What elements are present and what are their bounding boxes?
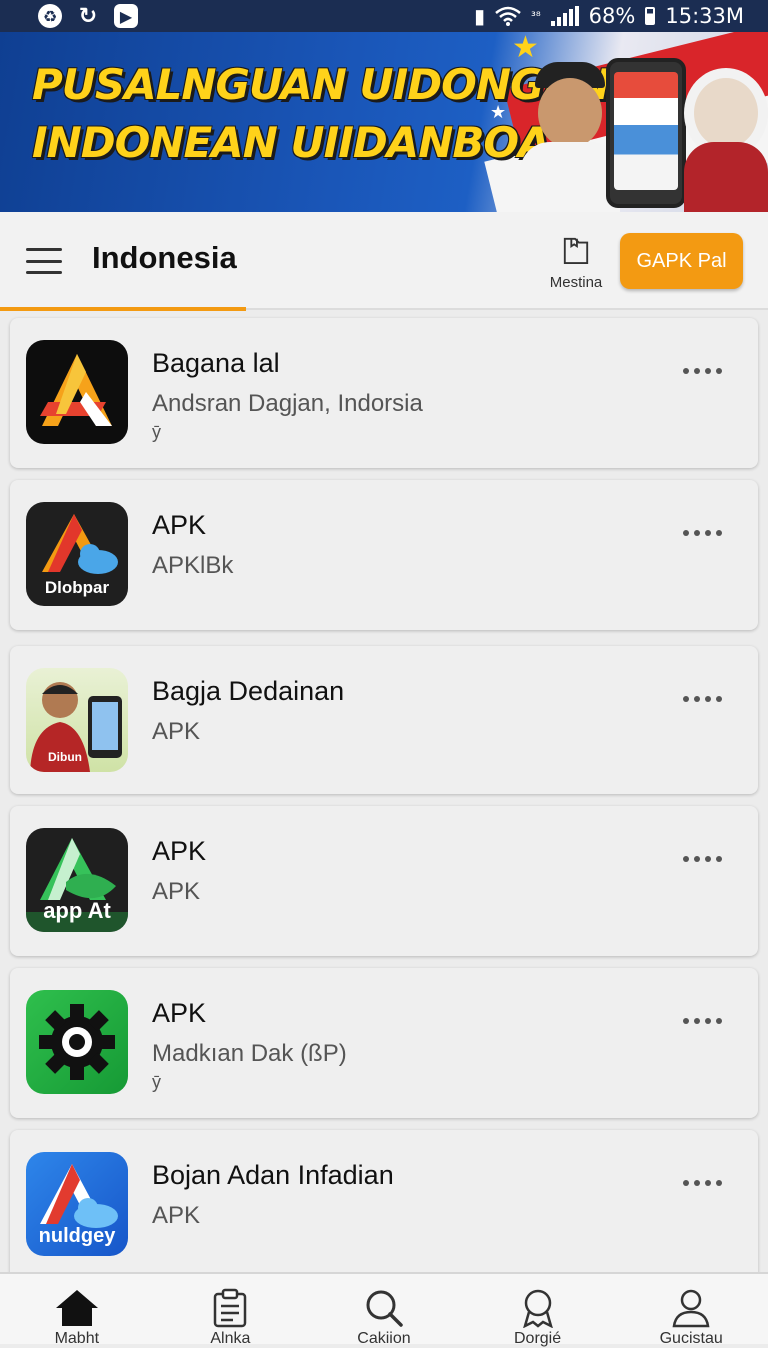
list-item[interactable]: Dlobpar APK APKlBk	[10, 480, 758, 630]
nav-item-badge[interactable]: Dorgié	[461, 1274, 615, 1347]
battery-icon	[645, 7, 656, 25]
sync-icon: ↻	[78, 3, 98, 29]
mestina-label: Mestina	[549, 274, 603, 291]
network-type-label: ³⁸	[531, 9, 541, 23]
banner-phone-illustration	[606, 58, 686, 208]
app-subtitle: APKlBk	[152, 552, 234, 579]
status-right-icons: ▮ ³⁸ 68% 15:33M	[474, 4, 744, 28]
badge-icon	[522, 1289, 553, 1328]
app-list: Bagana lal Andsran Dagjan, Indorsia ȳ Dl…	[10, 318, 758, 1292]
clipboard-icon	[214, 1288, 247, 1328]
nav-item-clipboard[interactable]: Alnkа	[154, 1274, 308, 1347]
nav-item-profile[interactable]: Gucistau	[614, 1274, 768, 1347]
list-item[interactable]: nuldgey Bojan Adan Infadian APK	[10, 1130, 758, 1280]
document-icon	[563, 237, 589, 264]
app-extra: ȳ	[152, 422, 161, 442]
more-options-icon[interactable]	[679, 526, 726, 540]
app-name: APK	[152, 510, 207, 540]
battery-percent: 68%	[588, 4, 636, 28]
cast-icon: ▶	[114, 4, 138, 28]
app-name: APK	[152, 836, 207, 866]
profile-icon	[672, 1289, 710, 1328]
nav-item-search[interactable]: Cakiion	[307, 1274, 461, 1347]
wifi-icon	[495, 6, 521, 26]
nav-label-profile: Gucistau	[659, 1330, 723, 1347]
bottom-navigation: Mabht Alnkа Cakiion Dorgié Gucistau	[0, 1272, 768, 1347]
page-title: Indonesia	[92, 240, 237, 275]
more-options-icon[interactable]	[679, 852, 726, 866]
app-subtitle: APK	[152, 878, 201, 905]
app-name: Bagja Dedainan	[152, 676, 345, 706]
menu-icon[interactable]	[26, 248, 62, 274]
nfc-icon: ▮	[474, 4, 486, 28]
more-options-icon[interactable]	[679, 692, 726, 706]
app-subtitle: APK	[152, 1202, 201, 1229]
app-icon-text: Dibun	[48, 750, 82, 764]
app-subtitle: Madkıan Dak (ßP)	[152, 1040, 347, 1067]
app-subtitle: Andsran Dagjan, Indorsia	[152, 390, 423, 417]
settings-gear-icon	[26, 990, 128, 1094]
gapk-button[interactable]: GAPK Pal	[620, 233, 743, 289]
app-logo-icon	[26, 340, 128, 444]
list-item[interactable]: Bagana lal Andsran Dagjan, Indorsia ȳ	[10, 318, 758, 468]
list-item[interactable]: Dibun Bagja Dedainan APK	[10, 646, 758, 794]
list-item[interactable]: app At APK APK	[10, 806, 758, 956]
promo-banner[interactable]: ★ ★ PUSALNGUAN UIDONGAN INDONEAN UIIDANB…	[0, 32, 768, 212]
nav-label-home: Mabht	[54, 1330, 100, 1347]
app-logo-icon: Dlobpar	[26, 502, 128, 606]
nav-label-clipboard: Alnkа	[210, 1330, 251, 1347]
nav-label-badge: Dorgié	[514, 1330, 562, 1347]
app-icon-text: nuldgey	[38, 1225, 116, 1247]
active-tab-indicator	[0, 307, 246, 311]
app-photo-icon: Dibun	[26, 668, 128, 772]
banner-headline-line2: INDONEAN UIIDANBOA!	[32, 118, 569, 167]
clock: 15:33M	[665, 4, 744, 28]
signal-icon	[550, 6, 579, 26]
nav-label-search: Cakiion	[357, 1330, 411, 1347]
app-logo-icon: app At	[26, 828, 128, 932]
app-name: Bagana lal	[152, 348, 280, 378]
home-icon	[55, 1290, 98, 1326]
app-notification-icon: ♻	[38, 4, 62, 28]
status-left-icons: ♻ ↻ ▶	[38, 3, 138, 29]
more-options-icon[interactable]	[679, 1176, 726, 1190]
status-bar: ♻ ↻ ▶ ▮ ³⁸ 68% 15:33M	[0, 0, 768, 32]
app-logo-icon: nuldgey	[26, 1152, 128, 1256]
app-icon-text: app At	[43, 898, 111, 923]
app-icon-text: Dlobpar	[44, 578, 110, 597]
search-icon	[366, 1290, 403, 1327]
banner-person-woman	[684, 78, 768, 212]
app-extra: ȳ	[152, 1072, 161, 1092]
app-name: Bojan Adan Infadian	[152, 1160, 394, 1190]
banner-person-officer	[520, 62, 620, 212]
app-name: APK	[152, 998, 207, 1028]
app-bar: Indonesia Mestina GAPK Pal	[0, 212, 768, 311]
nav-item-home[interactable]: Mabht	[0, 1274, 154, 1347]
more-options-icon[interactable]	[679, 364, 726, 378]
list-item[interactable]: APK Madkıan Dak (ßP) ȳ	[10, 968, 758, 1118]
mestina-action[interactable]: Mestina	[548, 234, 604, 291]
more-options-icon[interactable]	[679, 1014, 726, 1028]
app-subtitle: APK	[152, 718, 201, 745]
